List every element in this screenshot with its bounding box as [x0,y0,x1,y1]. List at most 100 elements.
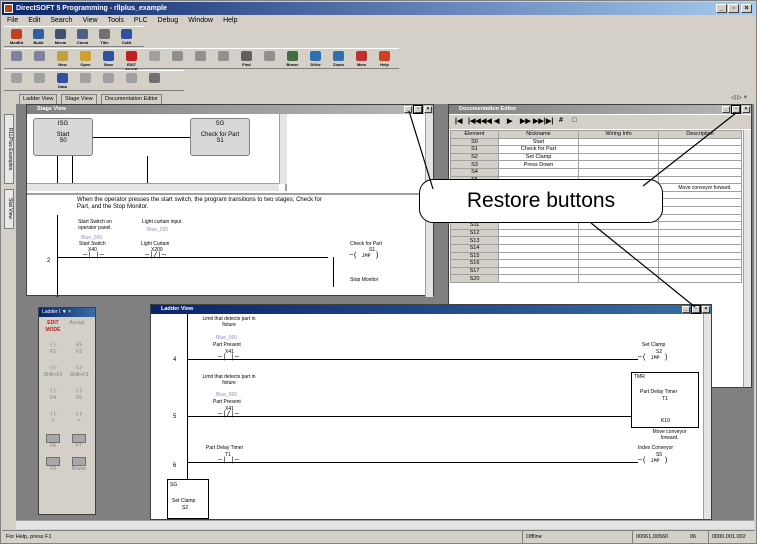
contact-no[interactable]: ─| |─ [83,252,104,260]
cell-nickname[interactable]: Press Down [498,160,579,169]
menu-window[interactable]: Window [183,15,218,26]
title-button[interactable]: Title [96,28,113,46]
find-button[interactable]: Find [238,50,255,68]
table-row[interactable]: S14 [450,243,742,253]
palette-instruction-button[interactable]: -| |- < [69,411,89,427]
cell-nickname[interactable]: Start [498,137,579,147]
table-row[interactable]: S4 [450,167,742,177]
side-tab-rllplus-examples[interactable]: RLLPlus Examples [4,114,14,184]
tab-documentation-editor[interactable]: Documentation Editor [101,94,162,104]
cell-description[interactable] [658,152,742,162]
doc-nav-button[interactable]: ▶▶| [533,117,546,125]
doc-nav-button[interactable]: |◀◀ [468,117,481,125]
timer-box[interactable]: TMR Part Delay Timer T1 K10 [631,372,699,428]
table-row[interactable]: S16 [450,259,742,268]
cell-description[interactable] [658,167,742,177]
mem-button[interactable]: Mem [353,50,370,68]
palette-instruction-button[interactable]: F6 [43,434,63,450]
rung-left-button[interactable] [8,72,25,90]
run-button[interactable] [100,72,117,90]
replace-button[interactable] [261,50,278,68]
contact-nc[interactable]: ─|/|─ [145,252,166,260]
cell-element[interactable]: S1 [450,145,499,154]
col-header-element[interactable]: Element [450,130,499,139]
edit-mode-button[interactable]: EDIT MODE [123,50,140,72]
open-button[interactable] [31,50,48,68]
cell-nickname[interactable] [498,251,579,261]
copy-button[interactable] [169,50,186,68]
jmp-coil[interactable]: ─( JMP ) [349,252,379,260]
tab-ladder-view[interactable]: Ladder View [19,94,58,104]
table-row[interactable]: S12 [450,228,742,238]
cell-element[interactable]: S20 [450,274,499,283]
table-row[interactable]: S0 Start [450,137,742,147]
doc-vscroll[interactable] [743,130,751,387]
rung-right-button[interactable] [31,72,48,90]
stage-minimize-button[interactable]: _ [404,106,412,113]
table-row[interactable]: S20 [450,274,742,283]
table-row[interactable]: S15 [450,251,742,261]
cell-element[interactable]: S14 [450,243,499,253]
new-button[interactable]: New [54,50,71,68]
stage-restore-button[interactable]: ▫ [413,105,423,114]
ladder-restore-button[interactable]: ▫ [691,305,701,314]
cell-description[interactable] [658,274,742,283]
ladder-vscroll[interactable] [703,314,711,519]
menu-plc[interactable]: PLC [129,15,153,26]
palette-instruction-button[interactable]: -|↑|- Shift+F2 [43,365,63,381]
accept-button[interactable] [146,50,163,68]
col-header-nickname[interactable]: Nickname [498,130,579,139]
cell-description[interactable] [658,236,742,245]
cell-wiring[interactable] [578,274,659,283]
menu-tools[interactable]: Tools [103,15,129,26]
cell-element[interactable]: S16 [450,259,499,268]
status-button[interactable] [77,72,94,90]
doc-nav-button[interactable]: # [559,117,563,124]
data-button[interactable]: Data [54,72,71,90]
cell-description[interactable] [658,205,742,215]
stage-box-start[interactable]: ISG Start S0 [33,118,93,156]
doc-nav-button[interactable]: ▶▶ [520,117,531,125]
cell-wiring[interactable] [578,236,659,245]
data-view-button[interactable]: DtVw [307,50,324,68]
col-header-description[interactable]: Description [658,130,742,139]
chart-button[interactable] [146,72,163,90]
constants-button[interactable]: Const [74,28,91,46]
cell-nickname[interactable] [498,259,579,268]
help-button[interactable]: Help [376,50,393,68]
doc-nav-button[interactable]: □ [572,117,576,124]
cell-nickname[interactable] [498,274,579,283]
jmp-coil[interactable]: ─( JMP ) [638,354,668,362]
doc-nav-button[interactable]: ◀◀ [481,117,492,125]
cell-description[interactable] [658,160,742,169]
cell-element[interactable]: S3 [450,160,499,169]
new-button[interactable] [8,50,25,68]
jmp-coil[interactable]: ─( JMP ) [638,457,668,465]
contact-no[interactable]: ─| |─ [218,457,239,465]
cell-wiring[interactable] [578,266,659,276]
cell-description[interactable] [658,266,742,276]
cell-description[interactable] [658,145,742,154]
table-row[interactable]: S13 [450,236,742,245]
col-header-wiring-info[interactable]: Wiring Info [578,130,659,139]
palette-instruction-button[interactable]: F7 [69,434,89,450]
coils-button[interactable]: CoNt [118,28,135,46]
table-row[interactable]: S2 Set Clamp [450,152,742,162]
doc-nav-button[interactable]: |◀ [455,117,462,125]
contact-no[interactable]: ─| |─ [218,354,239,362]
contact-nc[interactable]: ─|/|─ [218,411,239,419]
cell-element[interactable]: S13 [450,236,499,245]
cell-description[interactable] [658,175,742,185]
close-button[interactable]: × [741,4,752,13]
cell-nickname[interactable] [498,236,579,245]
cell-wiring[interactable] [578,259,659,268]
ladder-close-button[interactable]: × [702,306,710,313]
doc-nav-button[interactable]: ◀ [494,117,499,125]
cell-nickname[interactable] [498,167,579,177]
open-button[interactable]: Open [77,50,94,68]
cell-wiring[interactable] [578,228,659,238]
cell-element[interactable]: S15 [450,251,499,261]
build-button[interactable]: Build [30,28,47,46]
cell-description[interactable] [658,137,742,147]
cell-wiring[interactable] [578,152,659,162]
